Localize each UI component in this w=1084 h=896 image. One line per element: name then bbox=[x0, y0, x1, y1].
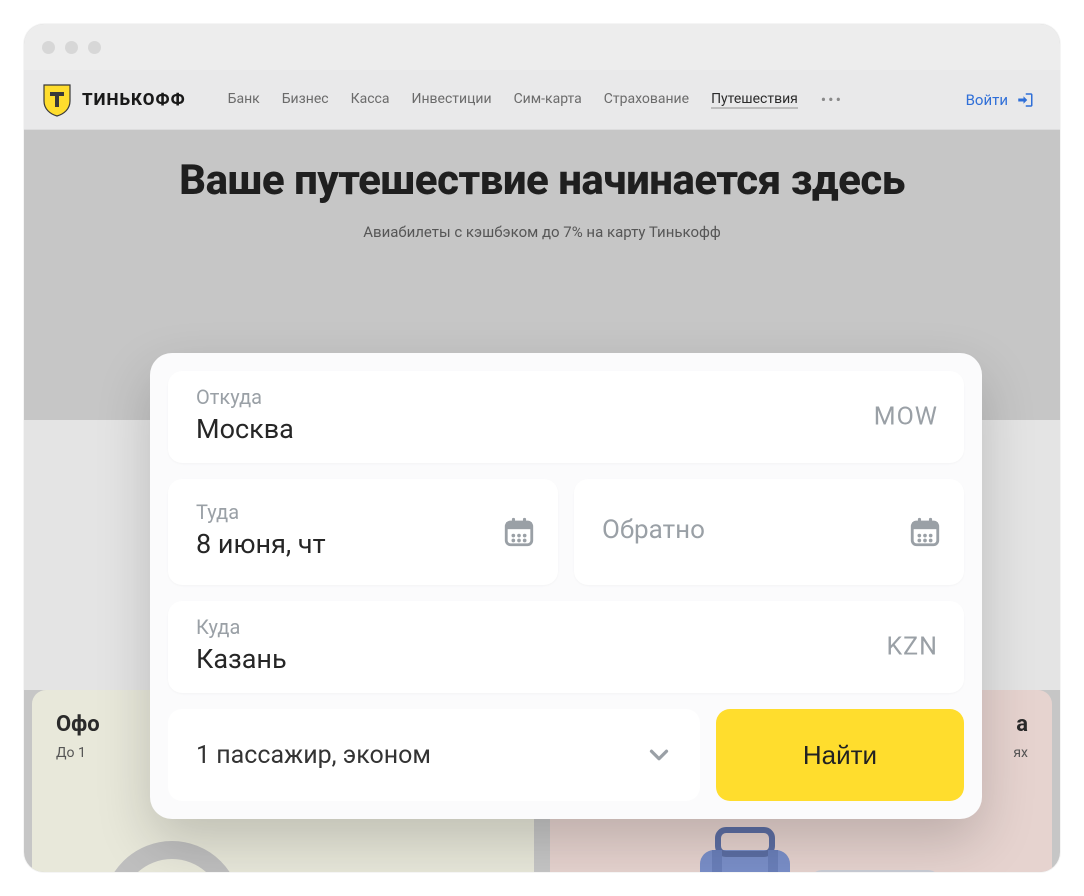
window-dot-minimize[interactable] bbox=[65, 41, 78, 54]
window-dot-zoom[interactable] bbox=[88, 41, 101, 54]
depart-value: 8 июня, чт bbox=[196, 528, 530, 560]
destination-field[interactable]: Куда Казань KZN bbox=[168, 601, 964, 693]
destination-code: KZN bbox=[887, 633, 939, 662]
depart-label: Туда bbox=[196, 500, 530, 524]
nav-item-bank[interactable]: Банк bbox=[228, 91, 260, 109]
origin-label: Откуда bbox=[196, 385, 936, 409]
nav-item-travel[interactable]: Путешествия bbox=[711, 91, 798, 109]
shield-icon bbox=[42, 83, 72, 117]
site-header: ТИНЬКОФФ Банк Бизнес Касса Инвестиции Си… bbox=[24, 70, 1060, 130]
nav-item-kassa[interactable]: Касса bbox=[351, 91, 390, 109]
destination-value: Казань bbox=[196, 643, 936, 675]
calendar-icon bbox=[502, 515, 536, 549]
origin-value: Москва bbox=[196, 413, 936, 445]
passengers-select[interactable]: 1 пассажир, эконом bbox=[168, 709, 700, 801]
page: ТИНЬКОФФ Банк Бизнес Касса Инвестиции Си… bbox=[24, 70, 1060, 872]
browser-window: ТИНЬКОФФ Банк Бизнес Касса Инвестиции Си… bbox=[24, 24, 1060, 872]
window-dot-close[interactable] bbox=[42, 41, 55, 54]
browser-titlebar bbox=[24, 24, 1060, 70]
passengers-text: 1 пассажир, эконом bbox=[196, 741, 431, 770]
destination-label: Куда bbox=[196, 615, 936, 639]
search-button[interactable]: Найти bbox=[716, 709, 964, 801]
origin-field[interactable]: Откуда Москва MOW bbox=[168, 371, 964, 463]
return-date-field[interactable]: Обратно bbox=[574, 479, 964, 585]
chevron-down-icon bbox=[644, 740, 674, 770]
brand-name: ТИНЬКОФФ bbox=[82, 90, 186, 110]
hero-subtitle: Авиабилеты с кэшбэком до 7% на карту Тин… bbox=[24, 223, 1060, 241]
nav-item-insurance[interactable]: Страхование bbox=[604, 91, 689, 109]
hero: Ваше путешествие начинается здесь Авиаби… bbox=[24, 130, 1060, 311]
login-label: Войти bbox=[966, 91, 1008, 109]
hero-title: Ваше путешествие начинается здесь bbox=[24, 156, 1060, 205]
nav-item-sim[interactable]: Сим-карта bbox=[514, 91, 582, 109]
nav-item-invest[interactable]: Инвестиции bbox=[411, 91, 491, 109]
nav-item-business[interactable]: Бизнес bbox=[282, 91, 329, 109]
nav-more-button[interactable]: ••• bbox=[820, 88, 844, 112]
brand-logo[interactable]: ТИНЬКОФФ bbox=[42, 83, 186, 117]
origin-code: MOW bbox=[874, 403, 938, 432]
return-placeholder: Обратно bbox=[602, 515, 936, 545]
headphones-icon bbox=[82, 820, 282, 872]
main-nav: Банк Бизнес Касса Инвестиции Сим-карта С… bbox=[228, 88, 844, 112]
search-card: Откуда Москва MOW Туда 8 июня, чт bbox=[150, 353, 982, 819]
depart-date-field[interactable]: Туда 8 июня, чт bbox=[168, 479, 558, 585]
luggage-icon bbox=[690, 810, 950, 872]
login-button[interactable]: Войти bbox=[966, 91, 1034, 109]
login-icon bbox=[1016, 91, 1034, 109]
calendar-icon bbox=[908, 515, 942, 549]
